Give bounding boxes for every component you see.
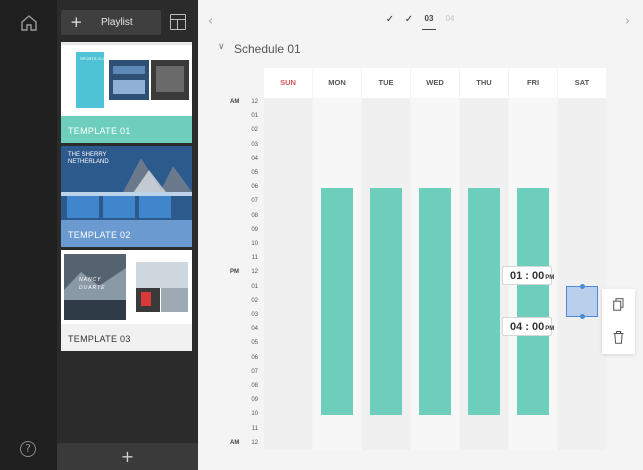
schedule-block[interactable] xyxy=(468,188,500,415)
template-thumb-text: NANCY DUARTE xyxy=(79,277,106,291)
schedule-main: ‹ › ✓ ✓ 03 04 ∨ Schedule 01 SUN MON TUE WED… xyxy=(198,0,643,470)
day-column[interactable] xyxy=(558,98,606,450)
hour-label: 01 xyxy=(251,283,258,290)
template-card-02[interactable]: THE SHERRY NETHERLAND TEMPLATE 02 xyxy=(61,146,192,247)
playlist-label: Playlist xyxy=(101,17,133,28)
hour-label: 02 xyxy=(251,127,258,134)
add-playlist-button[interactable]: + Playlist xyxy=(61,10,161,35)
chevron-down-icon: ∨ xyxy=(218,42,225,52)
hour-label: 08 xyxy=(251,212,258,219)
plus-icon: + xyxy=(70,13,83,31)
step-next[interactable]: 04 xyxy=(443,14,457,30)
day-header-mon: MON xyxy=(313,68,361,98)
template-label: TEMPLATE 03 xyxy=(61,324,192,351)
schedule-block[interactable] xyxy=(517,188,549,415)
step-current[interactable]: 03 xyxy=(422,14,436,30)
hour-label: 05 xyxy=(251,170,258,176)
block-toolbar xyxy=(602,289,635,354)
hour-label: 11 xyxy=(251,425,258,432)
schedule-block[interactable] xyxy=(419,188,451,415)
layout-icon[interactable] xyxy=(170,14,186,30)
hour-label: 12 xyxy=(251,269,258,276)
copy-icon[interactable] xyxy=(613,298,624,311)
help-icon[interactable]: ? xyxy=(20,441,36,457)
hour-label: 05 xyxy=(251,340,258,347)
day-column[interactable] xyxy=(264,98,312,450)
schedule-block[interactable] xyxy=(370,188,402,415)
next-arrow-icon[interactable]: › xyxy=(625,14,630,29)
step-done-icon[interactable]: ✓ xyxy=(402,14,416,30)
template-label: TEMPLATE 01 xyxy=(61,116,192,143)
hour-label: 10 xyxy=(251,411,258,418)
template-thumbnail: THE SHERRY NETHERLAND xyxy=(61,146,192,220)
hour-label: 02 xyxy=(251,297,258,304)
resize-handle-bottom[interactable] xyxy=(580,314,585,319)
day-header-sat: SAT xyxy=(558,68,606,98)
home-icon[interactable] xyxy=(20,14,38,32)
resize-handle-top[interactable] xyxy=(580,284,585,289)
hour-label: 03 xyxy=(251,312,258,318)
template-card-03[interactable]: NANCY DUARTE TEMPLATE 03 xyxy=(61,250,192,351)
hour-label: 06 xyxy=(251,354,258,361)
selected-time-block[interactable] xyxy=(566,284,598,319)
template-thumb-text: SPORTS CLUB xyxy=(80,56,109,61)
hour-label: 03 xyxy=(251,141,258,148)
template-thumb-text: THE SHERRY NETHERLAND xyxy=(68,152,109,165)
hour-label: 01 xyxy=(251,113,258,120)
hour-label: 09 xyxy=(251,397,258,404)
meridiem-label: PM xyxy=(230,269,239,276)
hour-label: 04 xyxy=(251,326,258,333)
schedule-block[interactable] xyxy=(321,188,353,415)
hour-label: 08 xyxy=(251,383,258,389)
playlist-panel: + Playlist SPORTS CLUB TEMPLATE 01 THE S… xyxy=(57,0,198,470)
template-card-01[interactable]: SPORTS CLUB TEMPLATE 01 xyxy=(61,42,192,143)
day-header-fri: FRI xyxy=(509,68,557,98)
meridiem-label: AM xyxy=(230,99,240,105)
prev-arrow-icon[interactable]: ‹ xyxy=(208,14,213,29)
hour-label: 07 xyxy=(251,198,258,205)
end-time-field[interactable]: 04 : 00PM xyxy=(502,317,554,336)
trash-icon[interactable] xyxy=(613,331,624,344)
playlist-toolbar: + Playlist xyxy=(57,0,198,42)
app-rail: ? xyxy=(0,0,57,470)
day-header-wed: WED xyxy=(411,68,459,98)
hour-label: 10 xyxy=(251,241,258,247)
hour-label: 04 xyxy=(251,155,258,162)
add-template-button[interactable]: + xyxy=(57,443,198,470)
hour-label: 06 xyxy=(251,184,258,191)
template-thumbnail: SPORTS CLUB xyxy=(61,42,192,116)
day-header-tue: TUE xyxy=(362,68,410,98)
template-thumbnail: NANCY DUARTE xyxy=(61,250,192,324)
hour-label: 11 xyxy=(251,255,258,262)
start-time-field[interactable]: 01 : 00PM xyxy=(502,266,554,285)
template-label: TEMPLATE 02 xyxy=(61,220,192,247)
step-done-icon[interactable]: ✓ xyxy=(383,14,397,30)
hour-label: 12 xyxy=(251,99,258,105)
hour-label: 07 xyxy=(251,368,258,375)
day-header-thu: THU xyxy=(460,68,508,98)
hour-label: 12 xyxy=(251,439,258,446)
day-header-sun: SUN xyxy=(264,68,312,98)
hour-label: 09 xyxy=(251,226,258,233)
meridiem-label: AM xyxy=(230,439,240,446)
